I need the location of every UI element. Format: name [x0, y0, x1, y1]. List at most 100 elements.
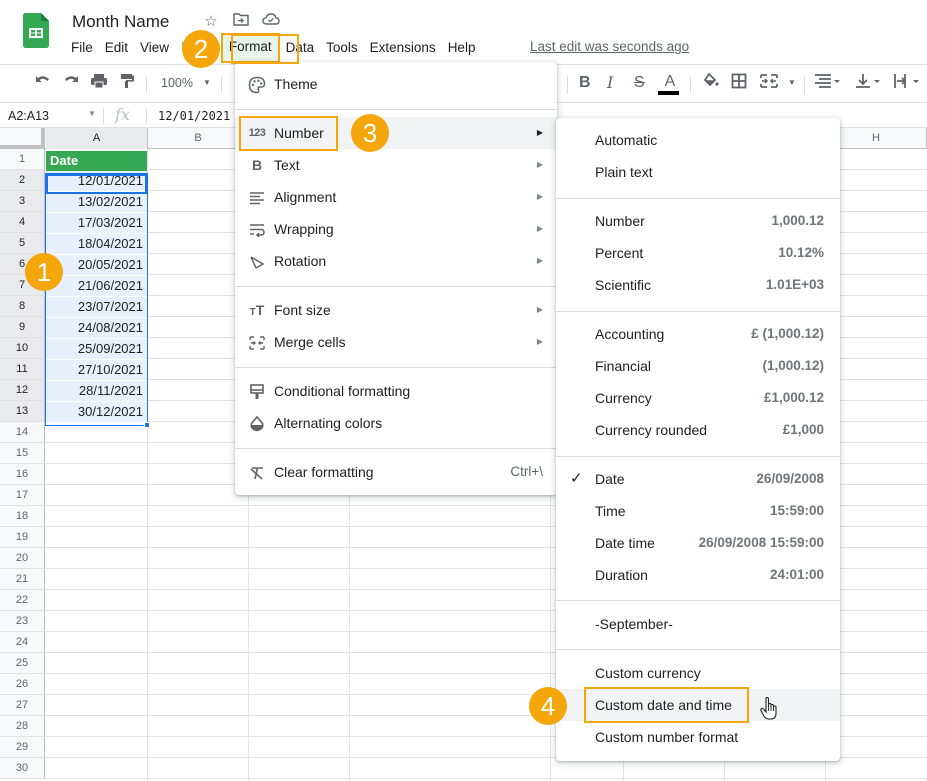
row-header[interactable]: 1	[0, 149, 45, 170]
date-cell[interactable]: 25/09/2021	[46, 339, 147, 359]
number-format-date[interactable]: ✓ Date 26/09/2008	[556, 463, 840, 495]
format-menu-number[interactable]: 123 Number ▶	[235, 117, 557, 149]
redo-icon[interactable]	[62, 73, 80, 93]
number-format-number[interactable]: Number 1,000.12	[556, 205, 840, 237]
menu-view[interactable]: View	[134, 38, 175, 58]
date-cell[interactable]: 12/01/2021	[46, 171, 147, 191]
row-header[interactable]: 29	[0, 737, 45, 758]
undo-icon[interactable]	[34, 73, 52, 93]
menu-edit[interactable]: Edit	[99, 38, 134, 58]
menu-data[interactable]: Data	[280, 38, 321, 58]
number-format-currency-rounded[interactable]: Currency rounded £1,000	[556, 414, 840, 446]
date-cell[interactable]: 27/10/2021	[46, 360, 147, 380]
menu-tools[interactable]: Tools	[320, 38, 364, 58]
date-cell[interactable]: 18/04/2021	[46, 234, 147, 254]
column-header-a[interactable]: A	[46, 128, 148, 149]
menu-file[interactable]: File	[65, 38, 99, 58]
number-format-date-time[interactable]: Date time 26/09/2008 15:59:00	[556, 527, 840, 559]
document-title[interactable]: Month Name	[72, 12, 169, 32]
menu-help[interactable]: Help	[442, 38, 482, 58]
row-header[interactable]: 19	[0, 527, 45, 548]
fill-color-icon[interactable]	[702, 72, 720, 95]
row-header[interactable]: 18	[0, 506, 45, 527]
horizontal-align-icon[interactable]	[814, 73, 842, 95]
star-icon[interactable]: ☆	[202, 12, 220, 30]
format-menu-clear-formatting[interactable]: Clear formatting Ctrl+\	[235, 456, 557, 488]
name-box[interactable]: A2:A13	[8, 109, 49, 123]
row-header[interactable]: 13	[0, 401, 45, 422]
row-header[interactable]: 27	[0, 695, 45, 716]
strikethrough-icon[interactable]: S	[634, 73, 645, 93]
row-header[interactable]: 5	[0, 233, 45, 254]
number-format-scientific[interactable]: Scientific 1.01E+03	[556, 269, 840, 301]
row-header[interactable]: 23	[0, 611, 45, 632]
number-format-custom-number-format[interactable]: Custom number format	[556, 721, 840, 753]
row-header[interactable]: 24	[0, 632, 45, 653]
menu-format[interactable]: Format	[220, 33, 280, 63]
format-menu-text[interactable]: B Text ▶	[235, 149, 557, 181]
merge-chevron-down-icon[interactable]: ▼	[788, 73, 796, 93]
row-header[interactable]: 30	[0, 758, 45, 779]
row-header[interactable]: 2	[0, 170, 45, 191]
row-header[interactable]: 14	[0, 422, 45, 443]
column-header-b[interactable]: B	[148, 128, 249, 149]
date-cell[interactable]: 24/08/2021	[46, 318, 147, 338]
row-header[interactable]: 16	[0, 464, 45, 485]
vertical-align-icon[interactable]	[855, 73, 883, 95]
row-header[interactable]: 8	[0, 296, 45, 317]
cell-a1[interactable]: Date	[46, 151, 147, 171]
number-format-custom-date-and-time[interactable]: Custom date and time	[556, 689, 840, 721]
date-cell[interactable]: 13/02/2021	[46, 192, 147, 212]
fill-handle[interactable]	[144, 422, 150, 428]
row-header[interactable]: 17	[0, 485, 45, 506]
select-all-corner[interactable]	[0, 128, 45, 149]
date-cell[interactable]: 23/07/2021	[46, 297, 147, 317]
paint-format-icon[interactable]	[119, 73, 135, 95]
number-format-plain-text[interactable]: Plain text	[556, 156, 840, 188]
last-edit-link[interactable]: Last edit was seconds ago	[530, 39, 689, 54]
date-cell[interactable]: 28/11/2021	[46, 381, 147, 401]
move-to-folder-icon[interactable]	[232, 12, 250, 30]
number-format-financial[interactable]: Financial (1,000.12)	[556, 350, 840, 382]
name-box-chevron-down-icon[interactable]: ▼	[88, 109, 96, 118]
number-format-currency[interactable]: Currency £1,000.12	[556, 382, 840, 414]
row-header[interactable]: 22	[0, 590, 45, 611]
format-menu-alignment[interactable]: Alignment ▶	[235, 181, 557, 213]
italic-icon[interactable]: I	[607, 73, 613, 93]
row-header[interactable]: 12	[0, 380, 45, 401]
zoom-select[interactable]: 100%	[161, 73, 193, 93]
number-format-time[interactable]: Time 15:59:00	[556, 495, 840, 527]
date-cell[interactable]: 17/03/2021	[46, 213, 147, 233]
number-format-custom-currency[interactable]: Custom currency	[556, 657, 840, 689]
format-menu-font-size[interactable]: TT Font size ▶	[235, 294, 557, 326]
row-header[interactable]: 25	[0, 653, 45, 674]
format-menu-conditional-formatting[interactable]: Conditional formatting	[235, 375, 557, 407]
row-header[interactable]: 20	[0, 548, 45, 569]
format-menu-wrapping[interactable]: Wrapping ▶	[235, 213, 557, 245]
format-menu-rotation[interactable]: Rotation ▶	[235, 245, 557, 277]
row-header[interactable]: 3	[0, 191, 45, 212]
menu-extensions[interactable]: Extensions	[364, 38, 442, 58]
formula-input[interactable]: 12/01/2021	[158, 109, 230, 123]
row-header[interactable]: 4	[0, 212, 45, 233]
row-header[interactable]: 9	[0, 317, 45, 338]
number-format-duration[interactable]: Duration 24:01:00	[556, 559, 840, 591]
number-format-automatic[interactable]: Automatic	[556, 124, 840, 156]
number-format-september[interactable]: -September-	[556, 608, 840, 640]
text-color-icon[interactable]: A	[658, 73, 679, 95]
format-menu-theme[interactable]: Theme	[235, 68, 557, 100]
borders-icon[interactable]	[731, 73, 747, 95]
row-header[interactable]: 10	[0, 338, 45, 359]
row-header[interactable]: 15	[0, 443, 45, 464]
print-icon[interactable]	[90, 73, 108, 95]
row-header[interactable]: 11	[0, 359, 45, 380]
row-header[interactable]: 21	[0, 569, 45, 590]
zoom-chevron-down-icon[interactable]: ▼	[203, 73, 211, 93]
number-format-accounting[interactable]: Accounting £ (1,000.12)	[556, 318, 840, 350]
sheets-logo[interactable]	[23, 13, 49, 48]
row-header[interactable]: 28	[0, 716, 45, 737]
merge-cells-icon[interactable]	[759, 73, 779, 95]
format-menu-merge-cells[interactable]: Merge cells ▶	[235, 326, 557, 358]
cloud-saved-icon[interactable]	[262, 12, 280, 30]
number-format-percent[interactable]: Percent 10.12%	[556, 237, 840, 269]
